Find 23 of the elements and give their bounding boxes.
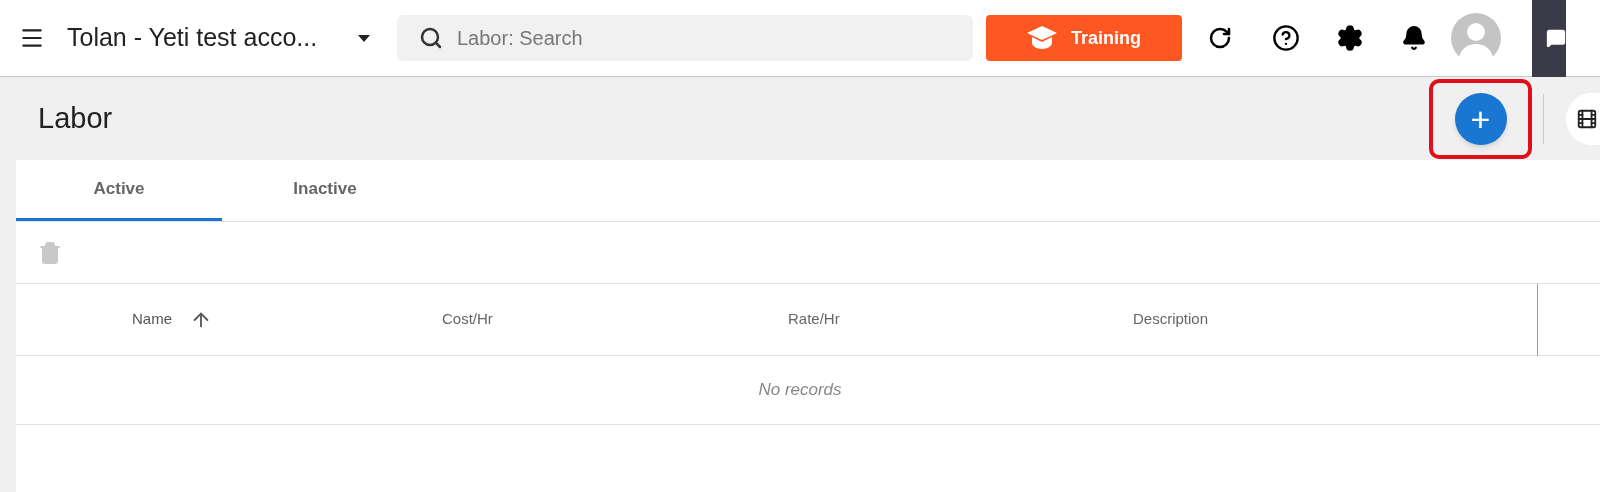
empty-message: No records [758,379,842,402]
column-header[interactable]: Description [1133,308,1209,331]
settings-icon[interactable] [1336,24,1364,52]
video-button[interactable] [1566,92,1600,145]
caret-icon[interactable] [358,34,370,42]
column-header[interactable]: Name [132,308,172,331]
search-field[interactable]: Labor: Search [397,15,973,61]
column-header[interactable]: Cost/Hr [442,308,493,331]
chat-panel[interactable] [1532,0,1566,77]
bell-icon[interactable] [1401,25,1427,51]
refresh-icon[interactable] [1208,26,1232,50]
tab[interactable]: Inactive [222,160,428,221]
help-icon[interactable] [1272,24,1300,52]
chat-icon [1546,28,1566,48]
add-button[interactable]: + [1454,92,1507,145]
tab[interactable]: Active [16,160,222,221]
search-icon [419,26,443,50]
graduation-cap-icon [1027,26,1057,50]
training-button[interactable]: Training [986,15,1182,61]
account-name[interactable]: Tolan - Yeti test acco... [67,19,352,57]
film-icon [1576,107,1598,130]
page-title: Labor [38,100,113,136]
column-header[interactable]: Rate/Hr [788,308,840,331]
